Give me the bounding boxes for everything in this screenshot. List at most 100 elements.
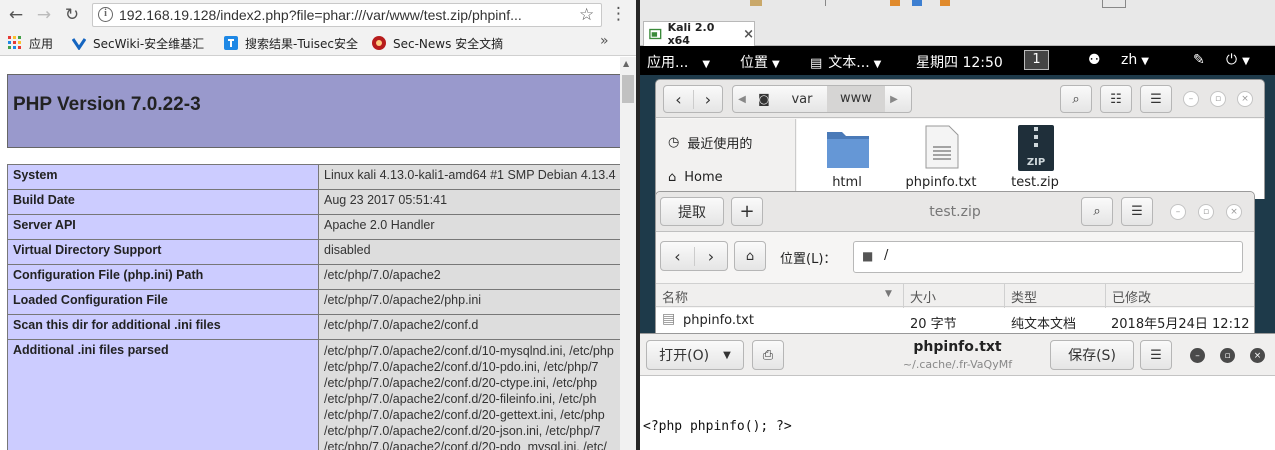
file-item-html[interactable]: html [797, 125, 897, 193]
chevron-down-icon: ▼ [723, 349, 731, 361]
location-value: / [884, 248, 889, 263]
maximize-icon[interactable]: ▫ [1210, 91, 1226, 107]
page-scrollbar[interactable] [620, 57, 636, 450]
open-button[interactable]: 打开(O) ▼ [646, 340, 744, 370]
applications-menu[interactable]: 应用... ▼ [647, 52, 710, 72]
clock[interactable]: 星期四 12:50 [916, 52, 1003, 72]
forward-button[interactable]: → [32, 3, 56, 27]
back-button[interactable]: ← [4, 3, 28, 27]
document-icon: ▤ [810, 56, 823, 71]
menu-button[interactable]: ☰ [1140, 340, 1172, 370]
home-button[interactable]: ⌂ [734, 241, 766, 271]
table-value: Linux kali 4.13.0-kali1-amd64 #1 SMP Deb… [318, 164, 620, 190]
reload-button[interactable]: ↻ [60, 3, 84, 27]
bookmark-apps[interactable]: 应用 [8, 34, 53, 52]
folder-icon [827, 132, 869, 168]
column-divider [1004, 284, 1005, 308]
forward-icon[interactable]: › [693, 246, 727, 266]
view-options-button[interactable]: ☷ [1100, 85, 1132, 113]
text-editor-menu[interactable]: ▤ 文本... ▼ [810, 52, 881, 72]
scrollbar-thumb[interactable] [622, 75, 634, 103]
vm-toolbar-icon[interactable] [825, 0, 831, 6]
bookmark-secwiki[interactable]: SecWiki-安全维基汇 [72, 34, 210, 52]
extract-button[interactable]: 提取 [660, 197, 724, 226]
browser-menu-icon[interactable]: ⋮ [610, 4, 627, 24]
close-icon[interactable]: × [1250, 348, 1265, 363]
vm-toolbar-icon[interactable] [750, 0, 762, 6]
vm-toolbar-icon[interactable] [940, 0, 950, 6]
search-button[interactable]: ⌕ [1081, 197, 1113, 226]
chevron-down-icon: ▼ [702, 59, 711, 70]
column-type[interactable]: 类型 [1011, 287, 1037, 306]
places-menu[interactable]: 位置 ▼ [740, 52, 780, 72]
php-header: PHP Version 7.0.22-3 [7, 74, 620, 148]
folder-icon: ■ [862, 249, 874, 263]
new-tab-button[interactable]: ⎙ [752, 340, 784, 370]
url-text: 192.168.19.128/index2.php?file=phar:///v… [119, 7, 522, 23]
brush-icon[interactable]: ✎ [1193, 52, 1205, 68]
phpinfo-page: PHP Version 7.0.22-3 System Linux kali 4.… [0, 57, 620, 450]
editor-text-area[interactable]: <?php phpinfo(); ?> [640, 376, 1275, 450]
vm-toolbar-icon[interactable] [912, 0, 922, 6]
address-bar[interactable]: i 192.168.19.128/index2.php?file=phar://… [92, 3, 602, 27]
scroll-up-icon[interactable]: ▲ [623, 59, 629, 68]
vm-toolbar [640, 0, 1275, 18]
ini-files-value: /etc/php/7.0/apache2/conf.d/10-mysqlnd.i… [318, 339, 620, 450]
sidebar-item-home[interactable]: ⌂ Home [668, 170, 723, 185]
close-icon[interactable]: × [1226, 204, 1242, 220]
sort-down-icon[interactable]: ▼ [885, 289, 892, 299]
ini-line: /etc/php/7.0/apache2/conf.d/20-ctype.ini… [324, 376, 598, 390]
column-modified[interactable]: 已修改 [1112, 287, 1151, 306]
minimize-icon[interactable]: – [1190, 348, 1205, 363]
close-icon[interactable]: × [743, 27, 754, 42]
minimize-icon[interactable]: – [1183, 91, 1199, 107]
table-row[interactable]: ▤ phpinfo.txt 20 字节 纯文本文档 2018年5月24日 12:… [656, 308, 1254, 334]
vm-toolbar-icon[interactable] [890, 0, 900, 6]
home-icon: ⌂ [668, 170, 677, 185]
text-file-icon: ▤ [662, 311, 676, 327]
bookmark-tuisec[interactable]: 搜索结果-Tuisec安全 [224, 34, 360, 52]
input-method-menu[interactable]: zh ▼ [1121, 52, 1149, 68]
path-segment[interactable]: var [777, 92, 827, 107]
path-right-icon[interactable]: ▶ [885, 94, 903, 105]
table-row: Scan this dir for additional .ini files /… [7, 314, 620, 340]
row-name: phpinfo.txt [683, 313, 754, 328]
bookmarks-overflow-icon[interactable]: » [600, 33, 609, 49]
maximize-icon[interactable]: ▫ [1220, 348, 1235, 363]
forward-icon[interactable]: › [692, 89, 722, 109]
menu-button[interactable]: ☰ [1121, 197, 1153, 226]
drive-icon[interactable]: ◙ [751, 92, 777, 106]
add-button[interactable]: + [731, 197, 763, 226]
zip-file-icon: ZIP [1018, 125, 1054, 171]
path-segment-active[interactable]: www [827, 86, 885, 112]
star-icon[interactable]: ☆ [579, 5, 594, 25]
accessibility-icon[interactable]: ⚉ [1088, 52, 1101, 68]
home-icon: ⌂ [745, 248, 755, 264]
column-size[interactable]: 大小 [910, 287, 936, 306]
path-left-icon[interactable]: ◀ [733, 94, 751, 105]
file-item-testzip[interactable]: ZIP test.zip [985, 125, 1085, 193]
save-button[interactable]: 保存(S) [1050, 340, 1134, 370]
back-icon[interactable]: ‹ [661, 247, 694, 266]
info-icon[interactable]: i [98, 7, 113, 22]
menu-button[interactable]: ☰ [1140, 85, 1172, 113]
column-name[interactable]: 名称 [662, 287, 688, 306]
minimize-icon[interactable]: – [1170, 204, 1186, 220]
sidebar-item-recent[interactable]: ◷ 最近使用的 [668, 133, 752, 152]
vm-toolbar-icon[interactable] [1102, 0, 1126, 8]
headerbar: ‹ › ◀ ◙ var www ▶ ⌕ ☷ ☰ – ▫ × [656, 80, 1264, 118]
file-item-phpinfo[interactable]: phpinfo.txt [891, 125, 991, 193]
back-icon[interactable]: ‹ [664, 90, 693, 109]
search-button[interactable]: ⌕ [1060, 85, 1092, 113]
nav-buttons: ‹ › [663, 85, 723, 113]
close-icon[interactable]: × [1237, 91, 1253, 107]
workspace-indicator[interactable]: 1 [1024, 50, 1049, 70]
table-value: Aug 23 2017 05:51:41 [318, 189, 620, 215]
tab-kali[interactable]: Kali 2.0 x64 × [643, 21, 755, 47]
maximize-icon[interactable]: ▫ [1198, 204, 1214, 220]
location-field[interactable]: ■ / [853, 241, 1243, 273]
bookmarks-bar: 应用 SecWiki-安全维基汇 搜索结果-Tuisec安全 Sec-News … [0, 30, 636, 56]
power-menu[interactable]: ⏻ ▼ [1226, 52, 1250, 68]
bookmark-secnews[interactable]: Sec-News 安全文摘 [372, 34, 503, 52]
headerbar: 提取 + test.zip ⌕ ☰ – ▫ × [656, 192, 1254, 232]
